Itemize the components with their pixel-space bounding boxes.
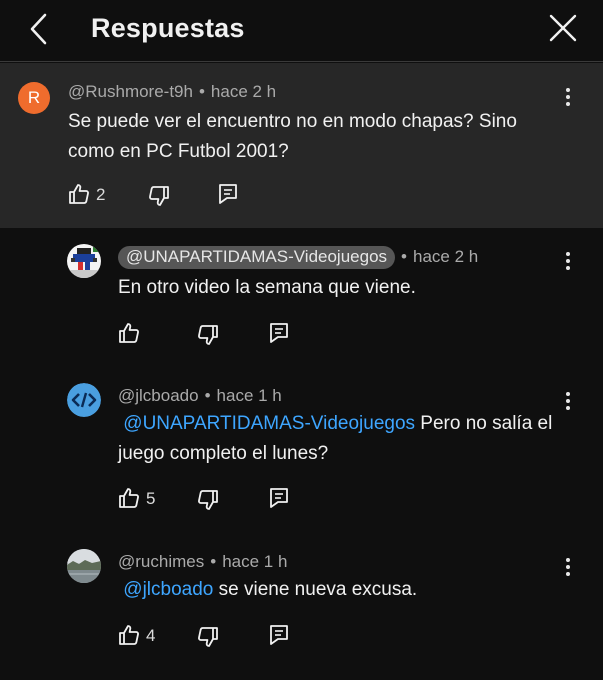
reply-icon	[219, 184, 237, 204]
channel-logo-icon	[67, 244, 101, 278]
reply-comment: @jlcboado • hace 1 h @UNAPARTIDAMAS-Videoj…	[0, 368, 603, 528]
more-vert-icon	[565, 558, 571, 576]
meta-separator: •	[204, 386, 211, 405]
more-vert-icon	[565, 88, 571, 106]
comment-text: En otro video la semana que viene.	[118, 277, 416, 298]
avatar[interactable]: R	[18, 82, 50, 114]
reply-icon	[270, 625, 288, 645]
reply-button[interactable]	[218, 183, 238, 205]
more-vert-icon	[565, 252, 571, 270]
thumb-up-icon	[119, 625, 139, 645]
landscape-photo-icon	[67, 549, 101, 583]
comment-text-rest: se viene nueva excusa.	[213, 579, 418, 600]
reply-icon	[270, 323, 288, 343]
like-button[interactable]	[118, 487, 140, 509]
author-name[interactable]: @UNAPARTIDAMAS-Videojuegos	[118, 246, 396, 269]
more-vert-icon	[565, 392, 571, 410]
thumb-up-icon	[119, 323, 139, 343]
thumb-down-icon	[198, 490, 218, 510]
reply-icon	[270, 488, 288, 508]
avatar[interactable]	[67, 244, 101, 278]
thumb-up-icon	[119, 488, 139, 508]
comment-time: hace 1 h	[216, 386, 282, 405]
meta-separator: •	[210, 552, 217, 571]
comment-text: Se puede ver el encuentro no en modo cha…	[68, 111, 517, 162]
like-button[interactable]	[118, 624, 140, 646]
comment-time: hace 1 h	[222, 552, 288, 571]
more-options-button[interactable]	[565, 252, 571, 272]
comment-meta: @jlcboado • hace 1 h	[118, 386, 282, 406]
back-button[interactable]	[26, 12, 52, 46]
reply-comment: @UNAPARTIDAMAS-Videojuegos • hace 2 h En o…	[0, 228, 603, 368]
dislike-button[interactable]	[197, 626, 219, 648]
reply-comment: @ruchimes • hace 1 h @jlcboado se viene nu…	[0, 530, 603, 670]
thumb-down-icon	[149, 186, 169, 206]
like-count: 5	[146, 489, 156, 508]
reply-button[interactable]	[269, 624, 289, 646]
close-button[interactable]	[549, 14, 577, 42]
like-button[interactable]	[68, 183, 90, 205]
like-count: 2	[96, 185, 106, 204]
meta-separator: •	[198, 82, 205, 101]
reply-button[interactable]	[269, 322, 289, 344]
close-icon	[549, 14, 577, 42]
dislike-button[interactable]	[148, 185, 170, 207]
author-name[interactable]: @jlcboado	[118, 386, 199, 405]
like-button[interactable]	[118, 322, 140, 344]
comment-meta: @ruchimes • hace 1 h	[118, 552, 287, 572]
comment-time: hace 2 h	[210, 82, 277, 101]
dislike-button[interactable]	[197, 489, 219, 511]
thumb-down-icon	[198, 627, 218, 647]
author-name[interactable]: @Rushmore-t9h	[68, 82, 193, 101]
mention-link[interactable]: @UNAPARTIDAMAS-Videojuegos	[123, 413, 415, 434]
comment-text: @UNAPARTIDAMAS-Videojuegos Pero no salía…	[118, 409, 568, 469]
page-title: Respuestas	[91, 13, 245, 43]
code-icon	[67, 383, 101, 417]
mention-link[interactable]: @jlcboado	[123, 579, 213, 600]
comment-meta: @UNAPARTIDAMAS-Videojuegos • hace 2 h	[118, 246, 478, 269]
avatar[interactable]	[67, 549, 101, 583]
author-name[interactable]: @ruchimes	[118, 552, 204, 571]
dislike-button[interactable]	[197, 324, 219, 346]
header: Respuestas	[0, 0, 603, 62]
comment-time: hace 2 h	[412, 247, 479, 266]
more-options-button[interactable]	[565, 88, 571, 108]
like-count: 4	[146, 626, 156, 645]
parent-comment: R @Rushmore-t9h • hace 2 h Se puede ver el…	[0, 63, 603, 228]
meta-separator: •	[401, 247, 407, 266]
reply-button[interactable]	[269, 487, 289, 509]
avatar[interactable]	[67, 383, 101, 417]
back-arrow-icon	[30, 13, 47, 45]
comment-meta: @Rushmore-t9h • hace 2 h	[68, 82, 276, 102]
comment-text: @jlcboado se viene nueva excusa.	[118, 575, 568, 605]
thumb-down-icon	[198, 325, 218, 345]
thumb-up-icon	[69, 184, 89, 204]
